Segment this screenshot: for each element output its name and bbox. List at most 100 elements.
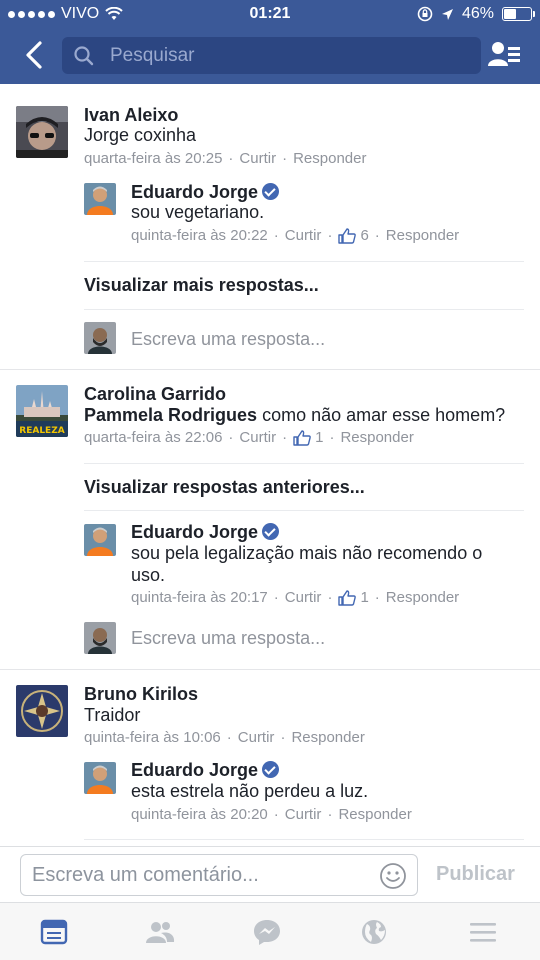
separator: ·: [282, 429, 288, 446]
separator: ·: [273, 227, 279, 244]
battery-percent: 46%: [461, 5, 494, 22]
battery-icon: [502, 7, 535, 21]
status-right: 46%: [417, 5, 535, 23]
separator: ·: [273, 806, 279, 823]
separator: ·: [228, 150, 234, 167]
like-link[interactable]: Curtir: [285, 589, 322, 606]
separator: ·: [374, 589, 380, 606]
comment-time[interactable]: quarta-feira às 22:06: [84, 429, 222, 446]
separator: ·: [329, 429, 335, 446]
globe-icon[interactable]: [359, 918, 389, 946]
comment-time[interactable]: quinta-feira às 10:06: [84, 729, 221, 746]
divider: [84, 463, 524, 464]
comment-composer: Publicar: [0, 846, 540, 902]
verified-badge-icon: [262, 523, 280, 540]
reply-time[interactable]: quinta-feira às 20:22: [131, 227, 268, 244]
menu-icon[interactable]: [468, 918, 498, 946]
search-icon: [74, 46, 94, 66]
separator: ·: [374, 227, 380, 244]
mention-link[interactable]: Pammela Rodrigues: [84, 405, 257, 425]
reply-author[interactable]: Eduardo Jorge: [131, 522, 280, 543]
reply-link[interactable]: Responder: [293, 150, 366, 167]
reply-meta: quinta-feira às 20:22 · Curtir · 6 · Res…: [131, 227, 459, 244]
publish-button[interactable]: Publicar: [436, 863, 515, 886]
friends-icon[interactable]: [145, 918, 175, 946]
reply-text-line-1: sou pela legalização mais não recomendo …: [131, 543, 483, 563]
view-previous-replies-link[interactable]: Visualizar respostas anteriores...: [84, 477, 365, 498]
like-link[interactable]: Curtir: [239, 150, 276, 167]
reply-time[interactable]: quinta-feira às 20:17: [131, 589, 268, 606]
comment-author[interactable]: Bruno Kirilos: [84, 684, 198, 705]
comment-text: Jorge coxinha: [84, 125, 197, 145]
separator: ·: [228, 429, 234, 446]
reply-meta: quinta-feira às 20:17 · Curtir · 1 · Res…: [131, 589, 459, 606]
verified-badge-icon: [262, 183, 280, 200]
rotation-lock-icon: [417, 6, 433, 22]
view-more-replies-link[interactable]: Visualizar mais respostas...: [84, 275, 319, 296]
comment-author[interactable]: Ivan Aleixo: [84, 105, 178, 126]
separator: ·: [327, 806, 333, 823]
avatar-realeza-text: REALEZA: [19, 426, 64, 436]
back-arrow-icon[interactable]: [22, 40, 46, 70]
reply-link[interactable]: Responder: [386, 589, 459, 606]
own-avatar: [84, 622, 116, 654]
reply-text-line-2: uso.: [131, 565, 166, 585]
like-link[interactable]: Curtir: [285, 227, 322, 244]
separator: ·: [327, 227, 333, 244]
reply-text: sou vegetariano.: [131, 202, 265, 222]
comment-thread-bruno: Bruno Kirilos Traidor quinta-feira às 10…: [0, 670, 540, 846]
news-feed-icon[interactable]: [39, 918, 69, 946]
reply-link[interactable]: Responder: [386, 227, 459, 244]
emoji-icon[interactable]: [379, 862, 407, 890]
search-input[interactable]: [110, 37, 470, 74]
like-count[interactable]: 1: [360, 589, 368, 606]
location-icon: [441, 8, 453, 20]
comment-text: Traidor: [84, 705, 141, 725]
divider: [84, 309, 524, 310]
status-bar: VIVO 01:21 46%: [0, 0, 540, 28]
avatar-ivan[interactable]: [16, 106, 68, 158]
search-bar[interactable]: [62, 37, 481, 74]
comment-meta: quinta-feira às 10:06 · Curtir · Respond…: [84, 729, 365, 746]
own-avatar: [84, 322, 116, 354]
avatar-bruno[interactable]: [16, 685, 68, 737]
thumbs-up-icon[interactable]: [293, 429, 311, 446]
like-count[interactable]: 6: [360, 227, 368, 244]
divider: [84, 839, 524, 840]
reply-link[interactable]: Responder: [340, 429, 413, 446]
avatar-carolina[interactable]: REALEZA: [16, 385, 68, 437]
comment-thread-ivan: Ivan Aleixo Jorge coxinha quarta-feira à…: [0, 84, 540, 370]
separator: ·: [226, 729, 232, 746]
divider: [84, 510, 524, 511]
like-link[interactable]: Curtir: [239, 429, 276, 446]
separator: ·: [327, 589, 333, 606]
reply-author[interactable]: Eduardo Jorge: [131, 182, 280, 203]
like-link[interactable]: Curtir: [285, 806, 322, 823]
comment-input-box[interactable]: [20, 854, 418, 896]
comment-author[interactable]: Carolina Garrido: [84, 384, 226, 405]
like-link[interactable]: Curtir: [238, 729, 275, 746]
thumbs-up-icon[interactable]: [338, 589, 357, 606]
reply-link[interactable]: Responder: [338, 806, 411, 823]
reply-author[interactable]: Eduardo Jorge: [131, 760, 280, 781]
comment-time[interactable]: quarta-feira às 20:25: [84, 150, 222, 167]
write-reply-field[interactable]: Escreva uma resposta...: [131, 628, 325, 649]
friend-requests-icon[interactable]: [488, 40, 522, 70]
write-reply-field[interactable]: Escreva uma resposta...: [131, 329, 325, 350]
top-bar: VIVO 01:21 46%: [0, 0, 540, 84]
divider: [84, 261, 524, 262]
reply-meta: quinta-feira às 20:20 · Curtir · Respond…: [131, 806, 412, 823]
like-count[interactable]: 1: [315, 429, 323, 446]
verified-badge-icon: [262, 761, 280, 778]
avatar-eduardo[interactable]: [84, 524, 116, 556]
tab-bar: [0, 902, 540, 960]
avatar-eduardo[interactable]: [84, 762, 116, 794]
avatar-eduardo[interactable]: [84, 183, 116, 215]
thumbs-up-icon[interactable]: [338, 227, 357, 244]
comment-body: como não amar esse homem?: [262, 405, 506, 425]
comment-input[interactable]: [32, 855, 372, 895]
reply-time[interactable]: quinta-feira às 20:20: [131, 806, 268, 823]
comment-meta: quarta-feira às 20:25 · Curtir · Respond…: [84, 150, 366, 167]
reply-link[interactable]: Responder: [291, 729, 364, 746]
messenger-icon[interactable]: [252, 918, 282, 946]
